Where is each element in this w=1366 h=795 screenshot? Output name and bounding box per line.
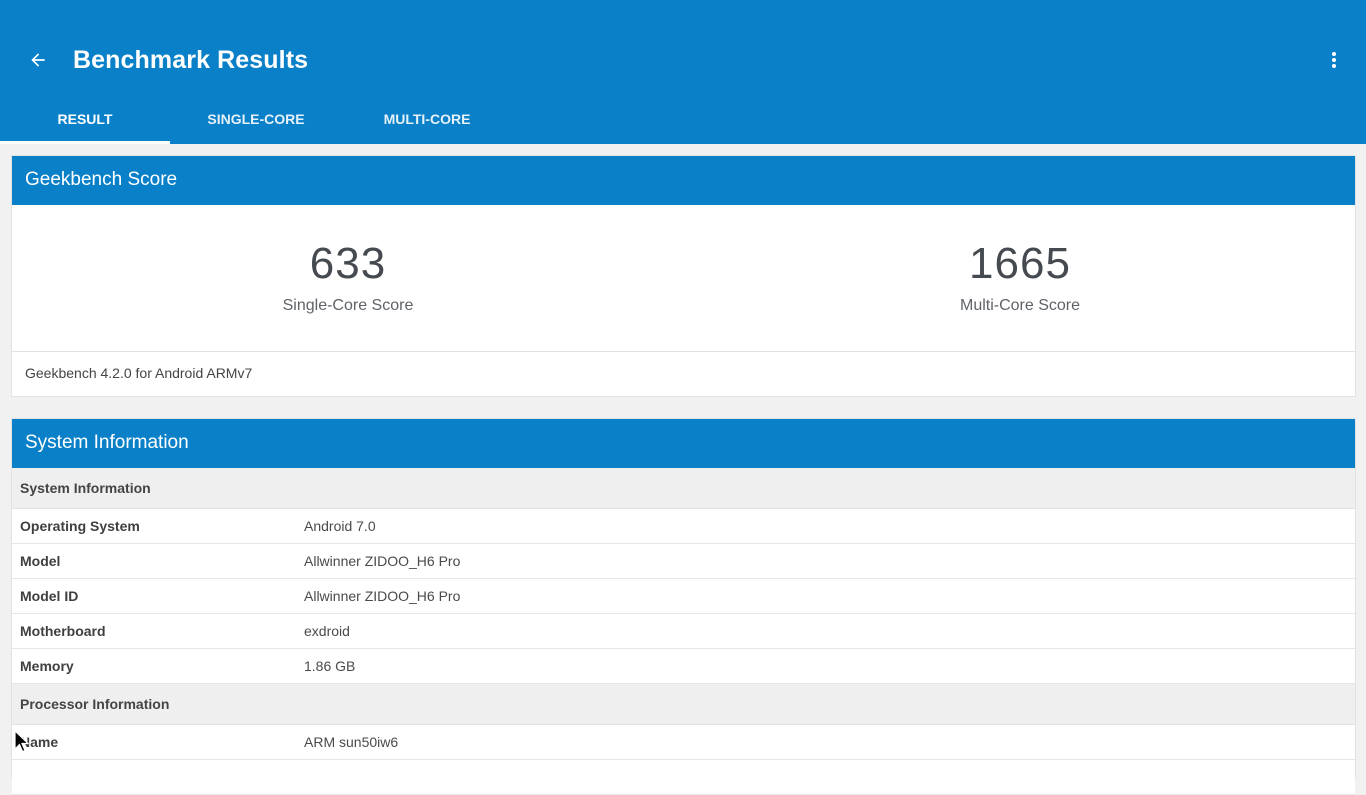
- multi-core-score-value: 1665: [969, 239, 1071, 288]
- section-header-system: System Information: [12, 468, 1355, 509]
- info-value: Allwinner ZIDOO_H6 Pro: [304, 588, 461, 604]
- info-value: ARM sun50iw6: [304, 734, 399, 750]
- single-core-score-label: Single-Core Score: [282, 297, 414, 314]
- info-row-empty: [12, 760, 1355, 795]
- tab-multi-core[interactable]: MULTI-CORE: [342, 96, 512, 144]
- score-card-header: Geekbench Score: [12, 156, 1355, 205]
- app-bar: Benchmark Results RESULT SINGLE-CORE MUL…: [0, 0, 1366, 144]
- info-value: 1.86 GB: [304, 658, 356, 674]
- info-value: Allwinner ZIDOO_H6 Pro: [304, 553, 461, 569]
- info-row-processor-name: Name ARM sun50iw6: [12, 725, 1355, 760]
- mouse-cursor-icon: [14, 730, 30, 753]
- score-area: 633 Single-Core Score 1665 Multi-Core Sc…: [12, 205, 1355, 352]
- info-row-motherboard: Motherboard exdroid: [12, 614, 1355, 649]
- info-key: Memory: [20, 658, 74, 674]
- tab-bar: RESULT SINGLE-CORE MULTI-CORE: [0, 96, 520, 144]
- info-key: Model: [20, 553, 61, 569]
- info-value: exdroid: [304, 623, 350, 639]
- single-core-score-value: 633: [309, 239, 387, 288]
- geekbench-version: Geekbench 4.2.0 for Android ARMv7: [25, 365, 253, 381]
- info-row-model: Model Allwinner ZIDOO_H6 Pro: [12, 544, 1355, 579]
- info-key: Motherboard: [20, 623, 106, 639]
- info-row-model-id: Model ID Allwinner ZIDOO_H6 Pro: [12, 579, 1355, 614]
- page-title: Benchmark Results: [73, 46, 309, 74]
- section-header-processor: Processor Information: [12, 684, 1355, 725]
- single-core-score-block: 633 Single-Core Score: [148, 237, 548, 315]
- tab-indicator: [0, 141, 170, 144]
- tab-single-core[interactable]: SINGLE-CORE: [170, 96, 342, 144]
- multi-core-score-label: Multi-Core Score: [959, 297, 1081, 314]
- system-card-header: System Information: [12, 419, 1355, 468]
- back-button[interactable]: [22, 44, 54, 76]
- info-key: Operating System: [20, 518, 140, 534]
- info-value: Android 7.0: [304, 518, 376, 534]
- system-information-card: System Information System Information Op…: [11, 418, 1356, 795]
- tab-result[interactable]: RESULT: [0, 96, 170, 144]
- geekbench-score-card: Geekbench Score 633 Single-Core Score 16…: [11, 155, 1356, 397]
- multi-core-score-block: 1665 Multi-Core Score: [820, 237, 1220, 315]
- info-row-operating-system: Operating System Android 7.0: [12, 509, 1355, 544]
- overflow-menu-button[interactable]: [1318, 44, 1350, 76]
- info-key: Model ID: [20, 588, 79, 604]
- more-vert-icon: [1332, 52, 1336, 68]
- info-row-memory: Memory 1.86 GB: [12, 649, 1355, 684]
- arrow-left-icon: [31, 53, 45, 67]
